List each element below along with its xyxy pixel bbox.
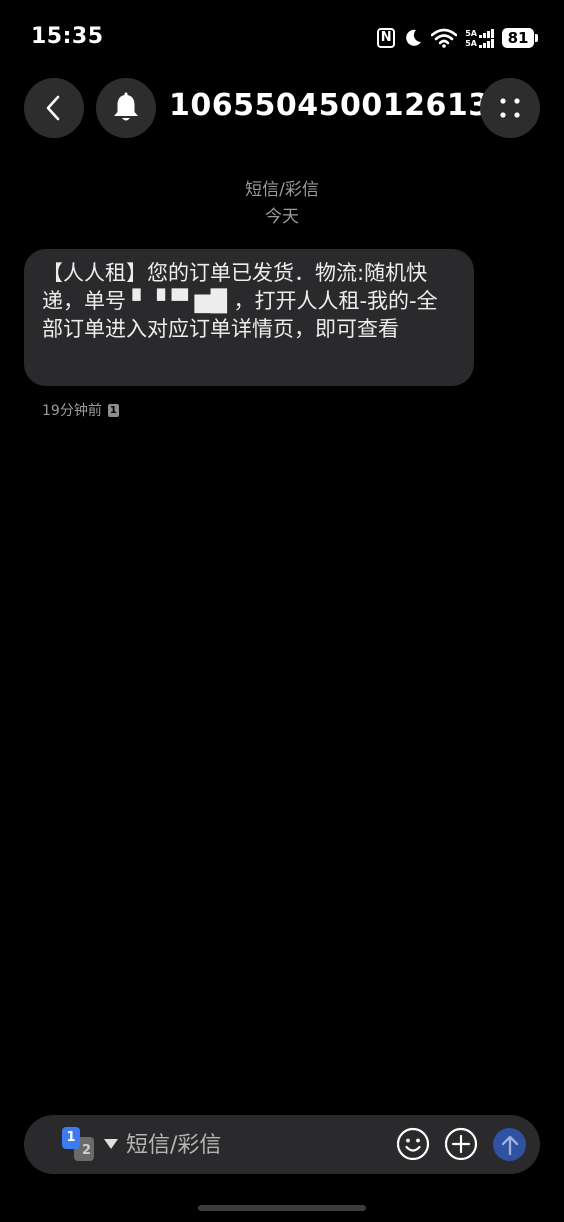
- network-label-2: 5A: [465, 38, 477, 48]
- date-label: 今天: [265, 207, 299, 227]
- network-label-1: 5A: [465, 28, 477, 38]
- send-icon: [501, 1135, 518, 1155]
- sim-primary-icon: 1: [62, 1127, 80, 1149]
- moon-icon: [406, 29, 422, 46]
- composer-bar: 1 2: [24, 1115, 540, 1174]
- bell-icon: [114, 92, 138, 121]
- nfc-icon: N: [377, 28, 396, 48]
- status-bar: 15:35 N 5A 5A 81: [0, 0, 564, 70]
- more-icon: [500, 98, 520, 118]
- status-icons: N 5A 5A 81: [377, 26, 538, 50]
- more-button[interactable]: [480, 78, 540, 138]
- home-indicator[interactable]: [198, 1205, 366, 1211]
- send-button[interactable]: [493, 1128, 526, 1161]
- signal-icon: 5A 5A: [465, 28, 494, 48]
- wifi-icon: [431, 28, 458, 48]
- status-time: 15:35: [31, 24, 104, 49]
- add-attachment-button[interactable]: [444, 1127, 478, 1161]
- message-input[interactable]: [126, 1130, 386, 1160]
- back-icon: [46, 95, 60, 121]
- sim-badge: 1: [107, 403, 119, 417]
- message-type-label: 短信/彩信: [245, 180, 319, 200]
- dropdown-icon[interactable]: [104, 1139, 118, 1149]
- emoji-icon: [396, 1127, 430, 1161]
- sim-switch-button[interactable]: 1 2: [62, 1127, 96, 1161]
- message-bubble[interactable]: 【人人租】您的订单已发货．物流:随机快递，单号 ▘▝ ▀ ▆█ ，打开人人租-我…: [24, 249, 474, 386]
- contact-title: 106550450012613: [169, 88, 490, 123]
- message-text: 【人人租】您的订单已发货．物流:随机快递，单号 ▘▝ ▀ ▆█ ，打开人人租-我…: [42, 261, 438, 341]
- message-meta: 19分钟前 1: [42, 400, 119, 420]
- back-button[interactable]: [24, 78, 84, 138]
- notification-button[interactable]: [96, 78, 156, 138]
- message-thread-screen: 15:35 N 5A 5A 81 106550450012613 短信/彩信 今…: [0, 0, 564, 1222]
- message-time: 19分钟前: [42, 403, 102, 419]
- add-icon: [444, 1127, 478, 1161]
- battery-icon: 81: [502, 28, 538, 48]
- emoji-button[interactable]: [396, 1127, 430, 1161]
